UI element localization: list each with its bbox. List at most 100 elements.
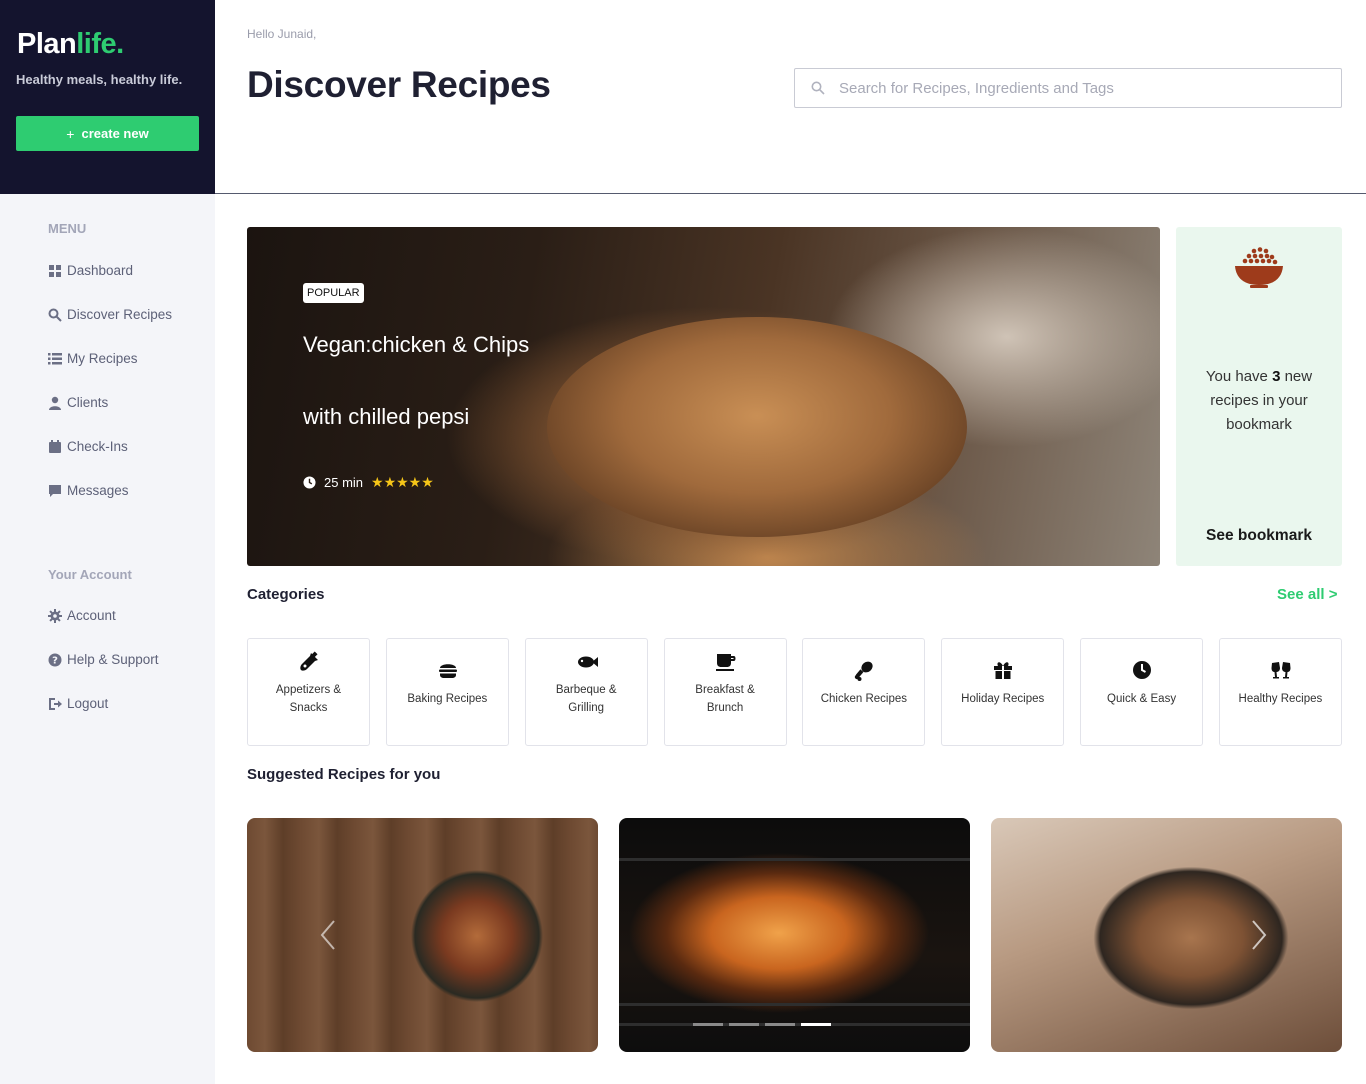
sidebar-item-label: Help & Support <box>67 652 159 667</box>
bookmark-text-before: You have <box>1205 368 1268 385</box>
featured-recipe-subtitle: with chilled pepsi <box>303 404 470 429</box>
list-icon <box>48 352 62 364</box>
clock-icon <box>303 476 316 489</box>
carousel-dot[interactable] <box>765 1023 795 1026</box>
search-icon <box>48 308 62 322</box>
featured-recipe-meta: 25 min ★★★★★ <box>303 474 434 491</box>
category-appetizers-snacks[interactable]: Appetizers & Snacks <box>247 638 370 746</box>
carousel-dot-active[interactable] <box>801 1023 831 1026</box>
category-label: Holiday Recipes <box>961 693 1045 705</box>
bottle-icon <box>300 651 318 671</box>
suggested-heading: Suggested Recipes for you <box>247 766 441 783</box>
sidebar-item-logout[interactable]: Logout <box>48 696 108 711</box>
recipe-card-cookies[interactable] <box>991 818 1342 1052</box>
sidebar-item-label: Check-Ins <box>67 439 128 454</box>
category-label: Healthy Recipes <box>1238 693 1323 705</box>
suggested-recipes-carousel <box>247 818 1342 1052</box>
carousel-next-arrow[interactable] <box>1249 918 1269 952</box>
sidebar-item-account[interactable]: Account <box>48 608 116 623</box>
carousel-dot[interactable] <box>729 1023 759 1026</box>
see-bookmark-link[interactable]: See bookmark <box>1176 527 1342 545</box>
brand-box: Planlife. Healthy meals, healthy life. +… <box>0 0 215 194</box>
gear-icon <box>48 608 62 623</box>
logo-main-text: Plan <box>17 28 77 60</box>
category-label: Quick & Easy <box>1107 693 1177 705</box>
see-all-categories-link[interactable]: See all > <box>1277 586 1337 603</box>
sidebar-item-messages[interactable]: Messages <box>48 483 129 498</box>
logo[interactable]: Planlife. <box>17 28 124 61</box>
grid-icon <box>49 264 61 277</box>
sidebar-item-clients[interactable]: Clients <box>48 395 108 410</box>
category-quick-easy[interactable]: Quick & Easy <box>1080 638 1204 746</box>
user-icon <box>49 396 61 410</box>
gift-icon <box>994 662 1013 679</box>
featured-recipe-image <box>547 317 967 537</box>
carousel-prev-arrow[interactable] <box>318 918 338 952</box>
sidebar-item-label: Account <box>67 608 116 623</box>
menu-heading: MENU <box>48 221 87 236</box>
main-content: Hello Junaid, Discover Recipes POPULAR V… <box>215 0 1366 1084</box>
sidebar-item-discover-recipes[interactable]: Discover Recipes <box>48 307 172 322</box>
bookmark-count: 3 <box>1272 368 1281 385</box>
sidebar-item-check-ins[interactable]: Check-Ins <box>48 439 128 454</box>
sidebar-item-label: Messages <box>67 483 129 498</box>
sidebar-item-dashboard[interactable]: Dashboard <box>48 263 133 278</box>
sidebar-item-help-support[interactable]: ? Help & Support <box>48 652 159 667</box>
category-label: Barbeque & Grilling <box>555 684 617 714</box>
bookmark-message: You have 3 new recipes in your bookmark <box>1186 365 1332 437</box>
sidebar-item-my-recipes[interactable]: My Recipes <box>48 351 138 366</box>
oven-rack <box>619 858 970 861</box>
clock-icon <box>1133 661 1152 679</box>
question-icon: ? <box>48 653 62 666</box>
popular-badge: POPULAR <box>303 283 364 303</box>
category-label: Chicken Recipes <box>820 693 908 705</box>
carousel-indicators <box>693 1023 831 1026</box>
plus-icon: + <box>66 125 75 142</box>
fish-icon <box>577 656 598 668</box>
featured-recipe-banner[interactable]: POPULAR Vegan:chicken & Chips with chill… <box>247 227 1160 566</box>
search-box[interactable] <box>794 68 1342 108</box>
category-breakfast-brunch[interactable]: Breakfast & Brunch <box>663 638 787 746</box>
logout-icon <box>49 697 62 710</box>
header-divider <box>215 193 1366 194</box>
sidebar: Planlife. Healthy meals, healthy life. +… <box>0 0 215 1084</box>
category-holiday-recipes[interactable]: Holiday Recipes <box>941 638 1065 746</box>
coffee-cup-icon <box>715 654 736 671</box>
account-heading: Your Account <box>48 567 132 582</box>
sidebar-item-label: Dashboard <box>67 263 134 278</box>
bookmark-card: You have 3 new recipes in your bookmark … <box>1176 227 1342 566</box>
page-title: Discover Recipes <box>247 64 551 105</box>
featured-recipe-title: Vegan:chicken & Chips <box>303 332 530 357</box>
cook-time: 25 min <box>324 475 364 490</box>
categories-list: Appetizers & Snacks Baking Recipes Barbeq… <box>247 638 1342 746</box>
sidebar-item-label: Discover Recipes <box>67 307 173 322</box>
glasses-toast-icon <box>1271 662 1291 679</box>
categories-heading: Categories <box>247 586 325 603</box>
create-new-button[interactable]: + create new <box>16 116 199 151</box>
food-bowl-icon <box>1235 247 1283 288</box>
greeting: Hello Junaid, <box>247 27 317 41</box>
tagline: Healthy meals, healthy life. <box>16 72 183 87</box>
search-input[interactable] <box>839 79 1319 97</box>
burger-icon <box>438 664 457 678</box>
recipe-card-lasagna[interactable] <box>619 818 970 1052</box>
sidebar-item-label: Clients <box>67 395 109 410</box>
chat-icon <box>49 484 61 497</box>
sidebar-item-label: My Recipes <box>67 351 138 366</box>
category-barbeque-grilling[interactable]: Barbeque & Grilling <box>524 638 648 746</box>
svg-text:?: ? <box>52 655 58 666</box>
search-icon <box>811 81 825 95</box>
calendar-icon <box>49 439 61 453</box>
category-healthy-recipes[interactable]: Healthy Recipes <box>1218 638 1342 746</box>
category-label: Appetizers & Snacks <box>275 684 342 714</box>
sidebar-item-label: Logout <box>67 696 109 711</box>
drumstick-icon <box>855 661 873 681</box>
recipe-card-stir-fry[interactable] <box>247 818 598 1052</box>
category-chicken-recipes[interactable]: Chicken Recipes <box>802 638 926 746</box>
rating-stars: ★★★★★ <box>371 474 434 490</box>
create-new-label: create new <box>81 126 149 141</box>
oven-rack <box>619 1003 970 1006</box>
category-label: Baking Recipes <box>407 693 488 705</box>
category-baking-recipes[interactable]: Baking Recipes <box>385 638 509 746</box>
carousel-dot[interactable] <box>693 1023 723 1026</box>
